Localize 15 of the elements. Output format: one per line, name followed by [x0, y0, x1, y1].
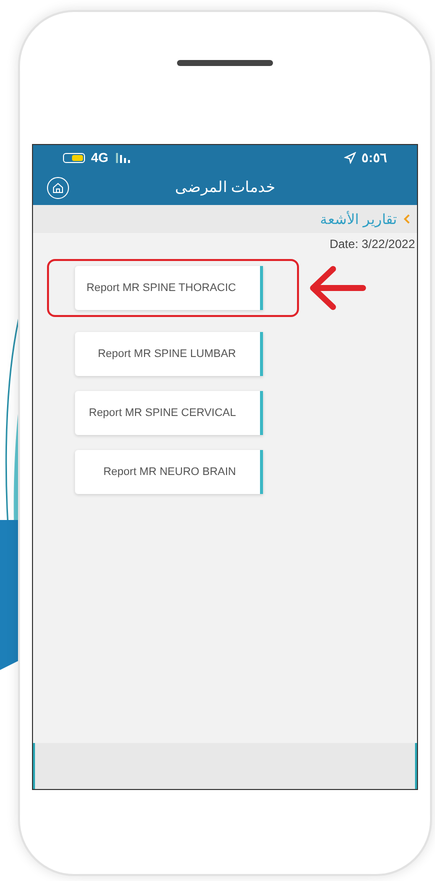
home-button[interactable]: [47, 177, 69, 199]
chevron-left-icon: [403, 214, 411, 224]
home-icon: [52, 182, 64, 194]
arrow-left-icon: [307, 263, 367, 313]
report-button[interactable]: Report MR NEURO BRAIN: [75, 450, 263, 494]
battery-icon: [63, 153, 85, 163]
report-button[interactable]: Report MR SPINE THORACIC: [75, 266, 263, 310]
report-date: Date: 3/22/2022: [330, 236, 415, 253]
status-time: ٥:٥٦: [362, 149, 387, 168]
network-label: 4G: [91, 149, 108, 168]
report-button[interactable]: Report MR SPINE LUMBAR: [75, 332, 263, 376]
signal-icon: [116, 153, 130, 163]
report-button[interactable]: Report MR SPINE CERVICAL: [75, 391, 263, 435]
location-arrow-icon: [344, 152, 356, 164]
header-title: خدمات المرضى: [174, 178, 276, 198]
